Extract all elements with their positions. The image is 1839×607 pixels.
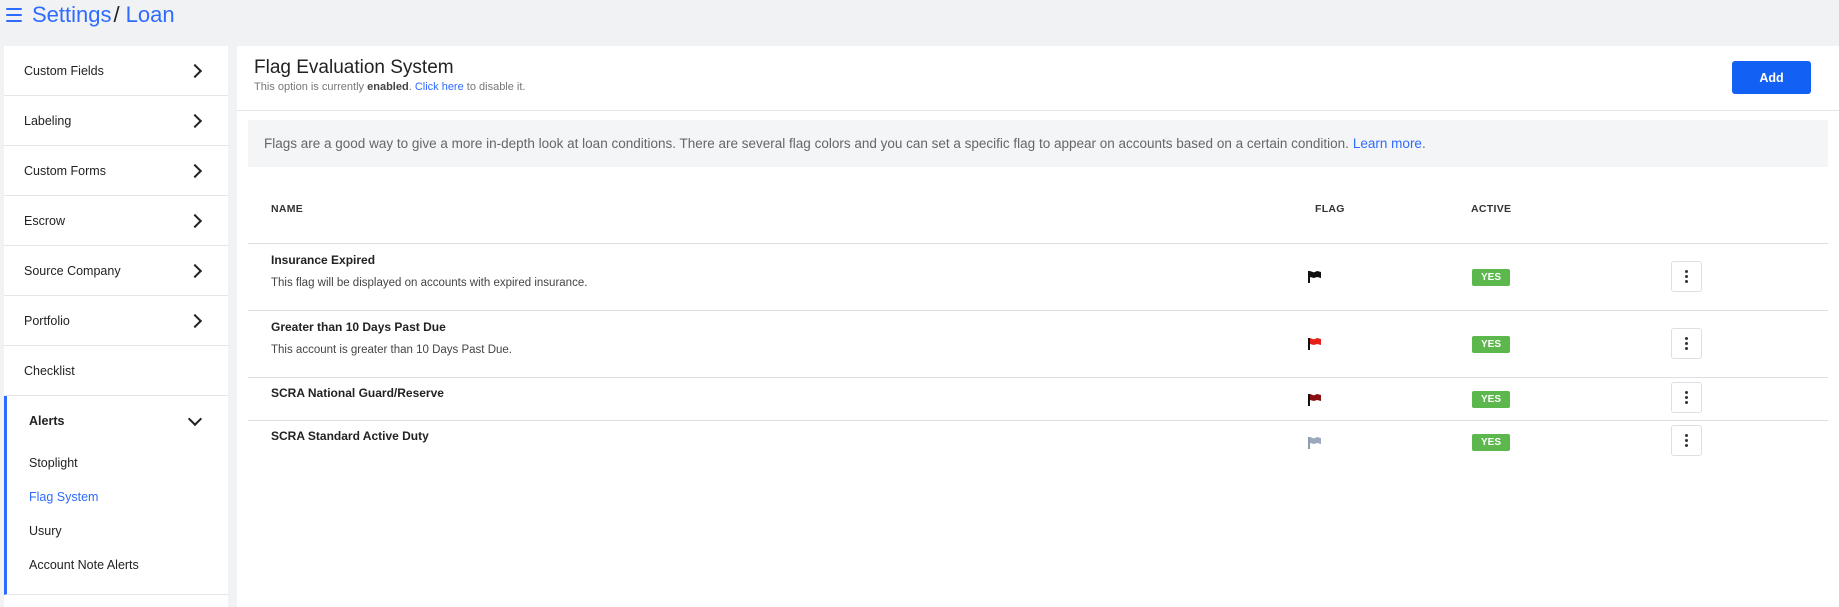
sidebar-item-custom-forms[interactable]: Custom Forms xyxy=(4,146,228,196)
settings-sidebar: Custom Fields Labeling Custom Forms Escr… xyxy=(4,46,228,607)
sidebar-subitem-stoplight[interactable]: Stoplight xyxy=(7,446,228,480)
chevron-right-icon xyxy=(187,313,203,328)
flag-icon xyxy=(1308,271,1322,283)
flag-description: This flag will be displayed on accounts … xyxy=(271,277,588,289)
sidebar-item-custom-fields[interactable]: Custom Fields xyxy=(4,46,228,96)
main-panel: Flag Evaluation System This option is cu… xyxy=(237,46,1839,607)
active-badge: YES xyxy=(1472,434,1510,451)
info-banner: Flags are a good way to give a more in-d… xyxy=(248,120,1828,167)
status-line: This option is currently enabled. Click … xyxy=(254,81,526,93)
flag-description: This account is greater than 10 Days Pas… xyxy=(271,344,512,356)
chevron-right-icon xyxy=(187,213,203,228)
chevron-right-icon xyxy=(187,113,203,128)
sidebar-group-alerts: Alerts Stoplight Flag System Usury Accou… xyxy=(4,396,228,595)
active-badge: YES xyxy=(1472,269,1510,286)
breadcrumb-loan[interactable]: Loan xyxy=(126,2,175,28)
table-row: Insurance Expired This flag will be disp… xyxy=(248,244,1828,311)
sidebar-item-label: Checklist xyxy=(24,363,75,378)
chevron-down-icon xyxy=(187,411,203,427)
flag-name: SCRA National Guard/Reserve xyxy=(271,386,444,400)
table-row: SCRA National Guard/Reserve YES xyxy=(248,378,1828,421)
status-state: enabled xyxy=(367,81,409,93)
add-button[interactable]: Add xyxy=(1732,61,1811,94)
sidebar-subitem-account-note-alerts[interactable]: Account Note Alerts xyxy=(7,548,228,582)
page-title: Flag Evaluation System xyxy=(254,57,454,78)
sidebar-item-label: Custom Fields xyxy=(24,63,104,78)
chevron-right-icon xyxy=(187,263,203,278)
disable-link[interactable]: Click here xyxy=(415,81,464,93)
sidebar-item-labeling[interactable]: Labeling xyxy=(4,96,228,146)
sidebar-item-alerts[interactable]: Alerts xyxy=(7,396,228,446)
flag-name: Greater than 10 Days Past Due xyxy=(271,320,446,334)
flag-icon xyxy=(1308,394,1322,406)
sidebar-item-label: Source Company xyxy=(24,263,121,278)
sidebar-subitem-usury[interactable]: Usury xyxy=(7,514,228,548)
sidebar-item-escrow[interactable]: Escrow xyxy=(4,196,228,246)
row-menu-button[interactable] xyxy=(1671,425,1702,456)
top-bar: Settings / Loan xyxy=(0,0,175,30)
learn-more-link[interactable]: Learn more xyxy=(1353,136,1422,151)
flag-icon xyxy=(1308,437,1322,449)
info-text: Flags are a good way to give a more in-d… xyxy=(264,136,1349,151)
table-row: SCRA Standard Active Duty YES xyxy=(248,421,1828,463)
active-badge: YES xyxy=(1472,391,1510,408)
sidebar-item-label: Escrow xyxy=(24,213,65,228)
sidebar-item-label: Portfolio xyxy=(24,313,70,328)
sidebar-item-label: Labeling xyxy=(24,113,72,128)
status-prefix: This option is currently xyxy=(254,81,365,93)
panel-header: Flag Evaluation System This option is cu… xyxy=(237,46,1839,111)
sidebar-group-spacer xyxy=(7,582,228,594)
breadcrumb-settings[interactable]: Settings xyxy=(32,2,112,28)
row-menu-button[interactable] xyxy=(1671,382,1702,413)
sidebar-subitem-flag-system[interactable]: Flag System xyxy=(7,480,228,514)
flag-name: SCRA Standard Active Duty xyxy=(271,429,429,443)
row-menu-button[interactable] xyxy=(1671,328,1702,359)
flag-icon xyxy=(1308,338,1322,350)
flags-table: NAME FLAG ACTIVE Insurance Expired This … xyxy=(248,167,1828,463)
breadcrumb-separator: / xyxy=(113,2,120,27)
status-suffix: to disable it. xyxy=(466,81,526,93)
sidebar-item-portfolio[interactable]: Portfolio xyxy=(4,296,228,346)
table-row: Greater than 10 Days Past Due This accou… xyxy=(248,311,1828,378)
chevron-right-icon xyxy=(187,163,203,178)
chevron-right-icon xyxy=(187,63,203,78)
sidebar-item-source-company[interactable]: Source Company xyxy=(4,246,228,296)
flag-name: Insurance Expired xyxy=(271,253,376,267)
column-header-active: ACTIVE xyxy=(1471,203,1512,215)
column-header-flag: FLAG xyxy=(1315,203,1345,215)
table-header: NAME FLAG ACTIVE xyxy=(248,167,1828,244)
row-menu-button[interactable] xyxy=(1671,261,1702,292)
column-header-name: NAME xyxy=(271,203,304,215)
active-badge: YES xyxy=(1472,336,1510,353)
info-period: . xyxy=(1421,136,1426,151)
sidebar-item-label: Alerts xyxy=(29,414,65,428)
sidebar-item-checklist[interactable]: Checklist xyxy=(4,346,228,396)
hamburger-menu-icon[interactable] xyxy=(6,8,22,22)
sidebar-item-label: Custom Forms xyxy=(24,163,106,178)
